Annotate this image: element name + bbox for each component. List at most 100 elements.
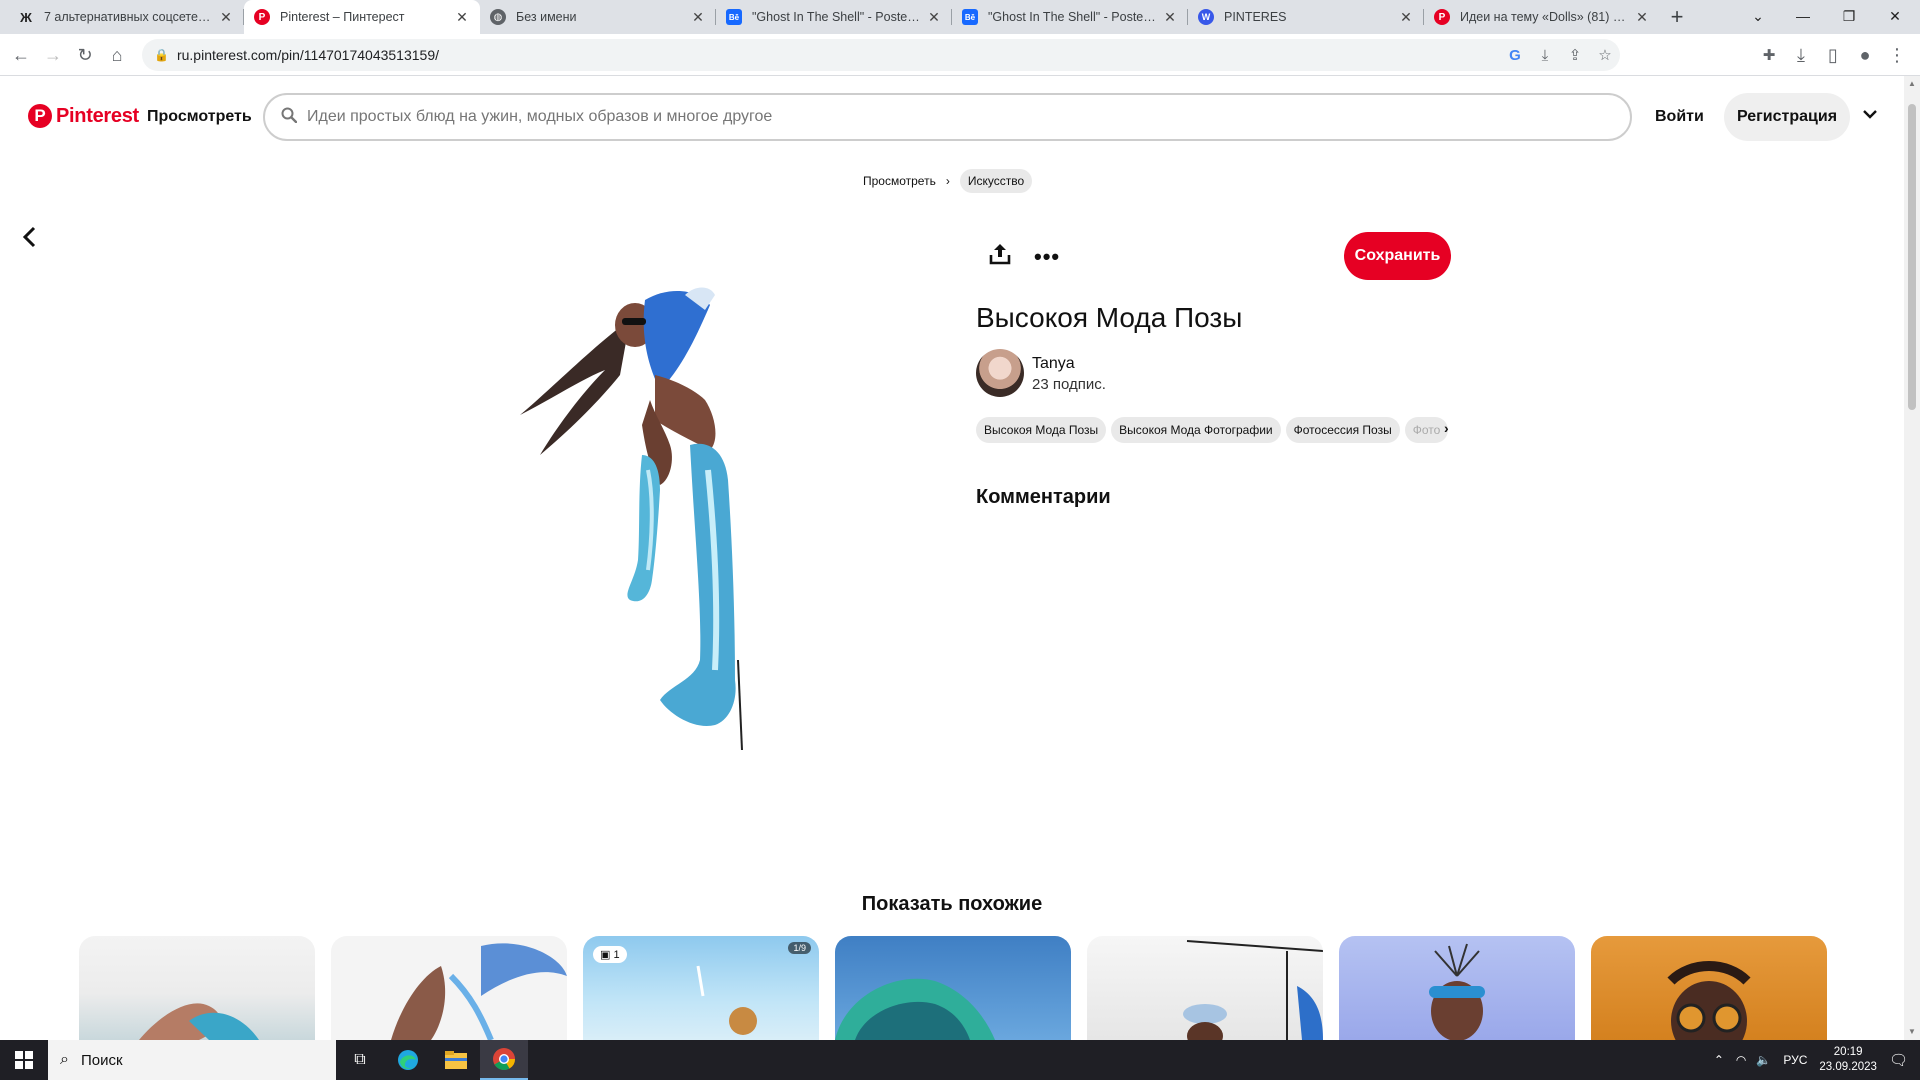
avatar[interactable] <box>976 349 1024 397</box>
similar-pin[interactable] <box>835 936 1071 1040</box>
page-scrollbar[interactable]: ▲ ▼ <box>1904 76 1920 1040</box>
reload-icon[interactable]: ↻ <box>70 40 100 70</box>
forward-icon[interactable]: → <box>38 40 68 70</box>
pin-title: Высокоя Мода Позы <box>976 302 1243 333</box>
side-panel-icon[interactable]: ▯ <box>1818 40 1848 70</box>
install-icon[interactable]: ⤓ <box>1530 40 1560 70</box>
notifications-icon[interactable]: 🗨 <box>1889 1051 1908 1069</box>
tab-title: "Ghost In The Shell" - Poster Po <box>752 10 920 24</box>
pinterest-logo[interactable]: P Pinterest <box>28 104 139 128</box>
scroll-up-icon[interactable]: ▲ <box>1904 76 1920 92</box>
bookmark-star-icon[interactable]: ☆ <box>1590 40 1620 70</box>
lock-icon: 🔒 <box>154 48 169 62</box>
taskbar-search-label: Поиск <box>80 1051 123 1069</box>
signup-button[interactable]: Регистрация <box>1724 93 1850 141</box>
google-icon[interactable]: G <box>1500 40 1530 70</box>
scroll-down-icon[interactable]: ▼ <box>1904 1024 1920 1040</box>
save-button[interactable]: Сохранить <box>1344 232 1451 280</box>
browse-link[interactable]: Просмотреть <box>147 108 252 126</box>
pinterest-icon: P <box>1434 9 1450 25</box>
close-tab-icon[interactable]: ✕ <box>1398 9 1414 25</box>
tab-title: Pinterest – Пинтерест <box>280 10 405 24</box>
more-options-icon[interactable]: ••• <box>1034 244 1060 270</box>
chevron-down-icon[interactable] <box>1862 106 1878 127</box>
tab-search-chevron-icon[interactable]: ⌄ <box>1735 0 1781 32</box>
browser-tab[interactable]: Bē "Ghost In The Shell" - Poster Po ✕ <box>716 0 952 34</box>
similar-pin[interactable] <box>1087 936 1323 1040</box>
search-placeholder: Идеи простых блюд на ужин, модных образо… <box>307 108 773 125</box>
close-tab-icon[interactable]: ✕ <box>218 9 234 25</box>
j-icon: Ж <box>20 9 32 25</box>
close-tab-icon[interactable]: ✕ <box>1162 9 1178 25</box>
share-icon[interactable] <box>988 242 1012 266</box>
similar-pin[interactable]: ▣ 1 1/9 <box>583 936 819 1040</box>
logo-text: Pinterest <box>56 104 139 127</box>
chrome-icon[interactable] <box>480 1040 528 1080</box>
tab-title: Идеи на тему «Dolls» (81) | кук <box>1460 10 1628 24</box>
similar-pin[interactable] <box>1591 936 1827 1040</box>
browser-tab[interactable]: W PINTERES ✕ <box>1188 0 1424 34</box>
breadcrumb-item-browse[interactable]: Просмотреть <box>863 174 936 188</box>
tag-chip[interactable]: Фотосессия Позы <box>1285 417 1400 443</box>
similar-pin[interactable] <box>1339 936 1575 1040</box>
login-button[interactable]: Войти <box>1655 108 1704 126</box>
language-indicator[interactable]: РУС <box>1783 1053 1807 1067</box>
browser-tab[interactable]: Ж 7 альтернативных соцсетей для ✕ <box>8 0 244 34</box>
pinterest-icon: P <box>28 104 52 128</box>
back-arrow-icon[interactable] <box>20 224 40 256</box>
taskbar-search[interactable]: ⌕ Поиск <box>48 1040 336 1080</box>
similar-pin[interactable] <box>79 936 315 1040</box>
browser-tab[interactable]: Bē "Ghost In The Shell" - Poster Po ✕ <box>952 0 1188 34</box>
tag-chip[interactable]: Высокоя Мода Фотографии <box>1111 417 1281 443</box>
scrollbar-thumb[interactable] <box>1908 104 1916 410</box>
tag-chip[interactable]: Фото <box>1404 417 1449 443</box>
follower-count: 23 подпис. <box>1032 376 1106 393</box>
menu-icon[interactable]: ⋮ <box>1882 40 1912 70</box>
browser-tab-active[interactable]: P Pinterest – Пинтерест ✕ <box>244 0 480 34</box>
wifi-icon[interactable]: ◠ <box>1736 1053 1746 1067</box>
close-tab-icon[interactable]: ✕ <box>1634 9 1650 25</box>
browser-tab[interactable]: ◍ Без имени ✕ <box>480 0 716 34</box>
tag-chip[interactable]: Высокоя Мода Позы <box>976 417 1107 443</box>
breadcrumb-item-art[interactable]: Искусство <box>959 169 1033 193</box>
file-explorer-icon[interactable] <box>432 1040 480 1080</box>
tray-chevron-up-icon[interactable]: ⌃ <box>1714 1053 1724 1067</box>
browser-tab[interactable]: P Идеи на тему «Dolls» (81) | кук ✕ <box>1424 0 1660 34</box>
profile-icon[interactable]: ● <box>1850 40 1880 70</box>
close-tab-icon[interactable]: ✕ <box>454 9 470 25</box>
author-name[interactable]: Tanya <box>1032 355 1075 373</box>
tab-title: "Ghost In The Shell" - Poster Po <box>988 10 1156 24</box>
pin-image[interactable] <box>510 280 840 751</box>
minimize-button[interactable]: — <box>1780 0 1826 32</box>
pinterest-icon: P <box>254 9 270 25</box>
home-icon[interactable]: ⌂ <box>102 40 132 70</box>
behance-icon: Bē <box>962 9 978 25</box>
share-icon[interactable]: ⇪ <box>1560 40 1590 70</box>
maximize-button[interactable]: ❐ <box>1826 0 1872 32</box>
behance-icon: Bē <box>726 9 742 25</box>
edge-icon[interactable] <box>384 1040 432 1080</box>
address-bar[interactable]: 🔒 ru.pinterest.com/pin/11470174043513159… <box>142 39 1620 71</box>
close-window-button[interactable]: ✕ <box>1872 0 1918 32</box>
chevron-right-icon[interactable]: › <box>1444 420 1449 436</box>
pin-count-badge: ▣ 1 <box>593 946 627 963</box>
similar-heading: Показать похожие <box>861 893 1043 915</box>
tab-title: 7 альтернативных соцсетей для <box>44 10 212 24</box>
windows-start-icon[interactable] <box>0 1040 48 1080</box>
taskbar: ⌕ Поиск ⧉ ⌃ ◠ 🔈 РУС 20:19 23.09.2023 🗨 <box>0 1040 1920 1080</box>
task-view-icon[interactable]: ⧉ <box>336 1040 384 1080</box>
extensions-icon[interactable]: ✚ <box>1754 40 1784 70</box>
close-tab-icon[interactable]: ✕ <box>926 9 942 25</box>
chevron-right-icon: › <box>945 174 950 188</box>
search-icon <box>281 107 298 128</box>
similar-pin[interactable] <box>331 936 567 1040</box>
search-input[interactable]: Идеи простых блюд на ужин, модных образо… <box>263 93 1632 141</box>
new-tab-button[interactable]: + <box>1660 0 1694 34</box>
volume-icon[interactable]: 🔈 <box>1756 1053 1771 1067</box>
clock-time: 20:19 <box>1833 1046 1863 1058</box>
downloads-icon[interactable]: ⤓ <box>1786 40 1816 70</box>
wordpress-icon: W <box>1198 9 1214 25</box>
clock[interactable]: 20:19 23.09.2023 <box>1819 1045 1877 1075</box>
back-icon[interactable]: ← <box>6 40 36 70</box>
close-tab-icon[interactable]: ✕ <box>690 9 706 25</box>
